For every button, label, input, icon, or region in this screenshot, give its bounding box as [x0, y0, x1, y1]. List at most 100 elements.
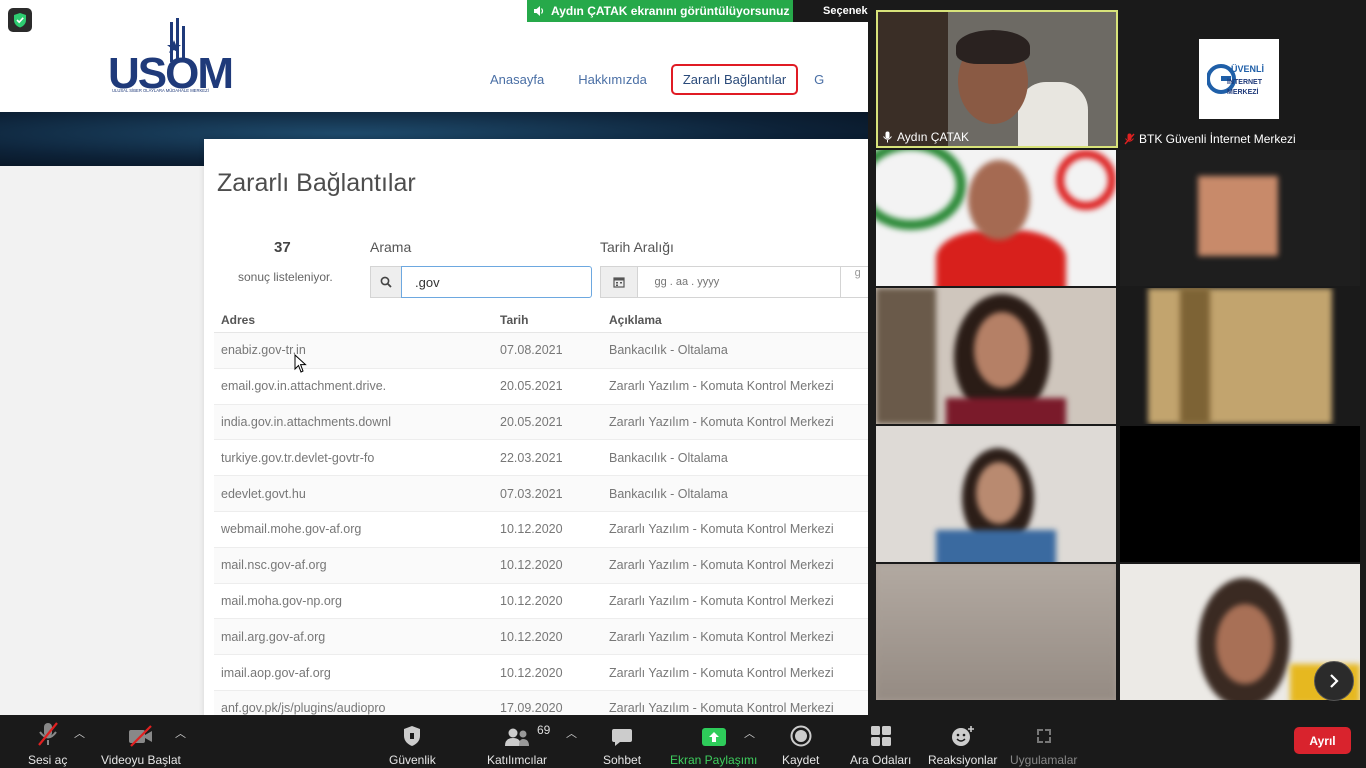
grid-icon	[870, 726, 891, 746]
row-address: mail.moha.gov-np.org	[221, 593, 342, 608]
table-row[interactable]: edevlet.govt.hu 07.03.2021 Bankacılık - Ol…	[214, 476, 868, 512]
participants-button[interactable]: 69 Katılımcılar	[487, 721, 551, 767]
nav-about[interactable]: Hakkımızda	[568, 66, 657, 93]
participant-tile[interactable]	[876, 288, 1116, 424]
table-row[interactable]: india.gov.in.attachments.downl 20.05.2021…	[214, 404, 868, 441]
row-description: Bankacılık - Oltalama	[609, 450, 728, 465]
next-page-button[interactable]	[1314, 661, 1354, 701]
participant-tile-speaker[interactable]: Aydın ÇATAK	[876, 10, 1118, 148]
table-row[interactable]: imail.aop.gov-af.org 10.12.2020 Zararlı Ya…	[214, 655, 868, 691]
row-date: 10.12.2020	[500, 593, 563, 608]
row-address: imail.aop.gov-af.org	[221, 665, 331, 680]
apps-button[interactable]: Uygulamalar	[1010, 721, 1077, 767]
table-row[interactable]: enabiz.gov-tr.in 07.08.2021 Bankacılık - O…	[214, 333, 868, 369]
unmute-button[interactable]: Sesi aç	[28, 721, 67, 767]
apps-icon	[1036, 729, 1051, 743]
leave-button[interactable]: Ayrıl	[1294, 727, 1351, 754]
results-table: Adres Tarih Açıklama enabiz.gov-tr.in 07.…	[214, 307, 868, 715]
share-screen-icon	[701, 728, 726, 746]
smiley-icon	[951, 726, 974, 746]
speaker-hair	[956, 30, 1030, 64]
search-icon[interactable]	[370, 266, 401, 298]
row-date: 10.12.2020	[500, 665, 563, 680]
content-card: Zararlı Bağlantılar 37 sonuç listeleniyo…	[204, 139, 868, 715]
search-group	[370, 266, 592, 298]
result-count: 37	[274, 239, 291, 256]
record-button[interactable]: Kaydet	[782, 721, 819, 767]
security-button[interactable]: Güvenlik	[389, 721, 436, 767]
start-video-button[interactable]: Videoyu Başlat	[101, 721, 181, 767]
table-row[interactable]: turkiye.gov.tr.devlet-govtr-fo 22.03.2021…	[214, 440, 868, 477]
participant-top	[946, 398, 1066, 424]
participant-name: BTK Güvenli İnternet Merkezi	[1124, 132, 1296, 146]
row-date: 17.09.2020	[500, 701, 563, 715]
search-input[interactable]	[401, 266, 592, 298]
chat-icon	[612, 729, 633, 746]
calendar-icon[interactable]	[600, 266, 638, 298]
shirt	[1018, 82, 1088, 146]
usom-logo[interactable]: USOM ULUSAL SİBER OLAYLARA MÜDAHALE MERK…	[108, 18, 236, 98]
row-address: email.gov.in.attachment.drive.	[221, 379, 387, 394]
svg-text:İNTERNET: İNTERNET	[1227, 78, 1263, 86]
table-row[interactable]: webmail.mohe.gov-af.org 10.12.2020 Zararlı…	[214, 512, 868, 548]
table-row[interactable]: mail.nsc.gov-af.org 10.12.2020 Zararlı Yaz…	[214, 547, 868, 584]
row-address: mail.arg.gov-af.org	[221, 629, 326, 644]
participant-face	[976, 462, 1022, 524]
participant-tile[interactable]	[876, 150, 1116, 286]
nav-home[interactable]: Anasayfa	[480, 66, 554, 93]
row-address: india.gov.in.attachments.downl	[221, 414, 392, 429]
background-poster	[876, 150, 966, 230]
table-row[interactable]: mail.moha.gov-np.org 10.12.2020 Zararlı Ya…	[214, 584, 868, 620]
result-count-label: sonuç listeleniyor.	[238, 270, 333, 284]
participant-tile[interactable]	[1120, 150, 1360, 286]
mic-muted-icon	[1124, 133, 1135, 145]
participant-face	[968, 160, 1030, 240]
table-body: enabiz.gov-tr.in 07.08.2021 Bankacılık - O…	[214, 333, 868, 715]
row-date: 22.03.2021	[500, 450, 563, 465]
row-address: edevlet.govt.hu	[221, 486, 306, 501]
participant-tile[interactable]	[1120, 288, 1360, 424]
mic-muted-icon	[37, 722, 58, 746]
speaker-icon	[534, 6, 544, 16]
row-description: Zararlı Yazılım - Komuta Kontrol Merkezi	[609, 593, 834, 608]
participant-avatar	[1198, 176, 1278, 256]
participant-tile-btk[interactable]: ÜVENLİ İNTERNET MERKEZİ BTK Güvenli İnte…	[1120, 10, 1364, 148]
breakout-rooms-button[interactable]: Ara Odaları	[850, 721, 911, 767]
row-address: turkiye.gov.tr.devlet-govtr-fo	[221, 450, 375, 465]
security-shield-icon[interactable]	[8, 8, 32, 32]
nav-malicious-links[interactable]: Zararlı Bağlantılar	[670, 63, 799, 95]
participant-tile[interactable]	[876, 564, 1116, 700]
chat-button[interactable]: Sohbet	[603, 721, 641, 767]
people-icon	[505, 728, 529, 746]
svg-text:ÜVENLİ: ÜVENLİ	[1231, 64, 1264, 74]
date-end-input[interactable]: g	[840, 266, 868, 298]
row-description: Zararlı Yazılım - Komuta Kontrol Merkezi	[609, 629, 834, 644]
participant-tile[interactable]	[876, 426, 1116, 562]
meeting-toolbar: Sesi aç ︿ Videoyu Başlat ︿ Güvenlik 69 K…	[0, 715, 1366, 768]
audio-options-caret-icon[interactable]: ︿	[74, 725, 85, 741]
row-description: Zararlı Yazılım - Komuta Kontrol Merkezi	[609, 701, 834, 715]
col-address[interactable]: Adres	[214, 313, 493, 327]
row-address: webmail.mohe.gov-af.org	[221, 522, 362, 537]
table-row[interactable]: mail.arg.gov-af.org 10.12.2020 Zararlı Yaz…	[214, 619, 868, 656]
table-row[interactable]: email.gov.in.attachment.drive. 20.05.2021…	[214, 369, 868, 405]
participants-caret-icon[interactable]: ︿	[566, 725, 577, 741]
row-address: mail.nsc.gov-af.org	[221, 558, 327, 573]
participant-count: 69	[537, 723, 551, 737]
mic-icon	[883, 131, 892, 143]
view-options-button[interactable]: Seçenekl	[793, 0, 871, 22]
background-curtain	[1148, 288, 1332, 424]
reactions-button[interactable]: Reaksiyonlar	[928, 721, 997, 767]
logo-subtext: ULUSAL SİBER OLAYLARA MÜDAHALE MERKEZİ	[112, 88, 209, 93]
col-date[interactable]: Tarih	[493, 313, 602, 327]
nav-item-cut[interactable]: G	[812, 66, 824, 93]
screen-share-banner: Aydın ÇATAK ekranını görüntülüyorsunuz	[527, 0, 793, 22]
row-date: 10.12.2020	[500, 558, 563, 573]
video-options-caret-icon[interactable]: ︿	[175, 725, 186, 741]
participant-tile[interactable]	[1120, 426, 1360, 562]
table-row[interactable]: anf.gov.pk/js/plugins/audiopro 17.09.2020…	[214, 690, 868, 715]
col-description[interactable]: Açıklama	[602, 313, 868, 327]
share-options-caret-icon[interactable]: ︿	[744, 725, 755, 741]
participant-face	[1216, 604, 1274, 684]
date-start-input[interactable]	[637, 266, 841, 298]
